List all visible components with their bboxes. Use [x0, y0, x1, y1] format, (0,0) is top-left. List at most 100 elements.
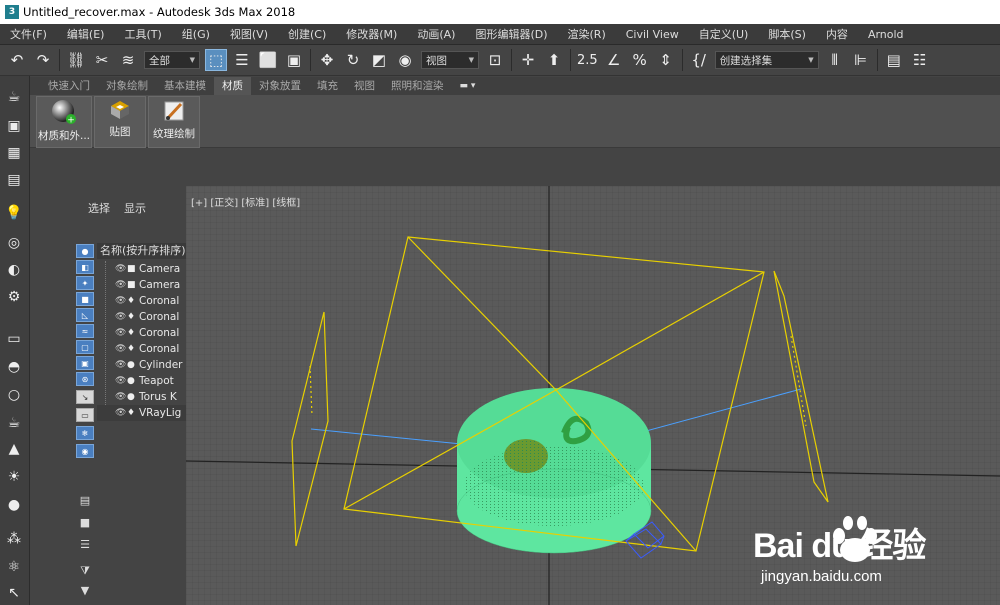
list-item[interactable]: 👁 ■ Camera [97, 277, 186, 293]
funnel-filter-icon[interactable]: ⧩ [78, 564, 92, 578]
layer-list-icon[interactable]: ▤ [78, 494, 92, 508]
tab-select[interactable]: 选择 [88, 200, 110, 216]
filter-icon[interactable]: ▼ [78, 584, 92, 598]
select-and-rotate-icon[interactable]: ↻ [342, 49, 364, 71]
cylinder-object[interactable] [456, 388, 652, 554]
menu-views[interactable]: 视图(V) [220, 26, 278, 42]
tab-view[interactable]: 视图 [346, 77, 383, 95]
eye-icon[interactable]: 👁 [115, 296, 127, 306]
undo-icon[interactable]: ↶ [6, 49, 28, 71]
filter-shapes-icon[interactable]: ◧ [76, 260, 94, 274]
maps-button[interactable]: 贴图 [94, 96, 146, 148]
window-crossing-icon[interactable]: ▣ [283, 49, 305, 71]
select-and-move-icon[interactable]: ✥ [316, 49, 338, 71]
menu-arnold[interactable]: Arnold [858, 28, 914, 41]
geosphere-create-icon[interactable]: ● [3, 494, 25, 516]
named-selection-set-select[interactable]: 创建选择集 ▼ [714, 51, 819, 69]
hierarchy-panel-icon[interactable]: ▤ [3, 169, 25, 191]
keyboard-shortcut-override-icon[interactable]: ⬆ [543, 49, 565, 71]
bind-to-space-warp-icon[interactable]: ≋ [117, 49, 139, 71]
select-by-name-icon[interactable]: ☰ [231, 49, 253, 71]
list-item[interactable]: 👁 ♦ Coronal [97, 309, 186, 325]
cursor-tool-icon[interactable]: ↖ [3, 582, 25, 604]
rectangular-selection-icon[interactable]: ⬜ [257, 49, 279, 71]
tab-object-paint[interactable]: 对象绘制 [98, 77, 156, 95]
tab-display[interactable]: 显示 [124, 200, 146, 216]
filter-cameras-icon[interactable]: ■ [76, 292, 94, 306]
list-item[interactable]: 👁 ● Cylinder [97, 357, 186, 373]
menu-scripting[interactable]: 脚本(S) [758, 26, 816, 42]
eye-icon[interactable]: 👁 [115, 328, 127, 338]
menu-content[interactable]: 内容 [816, 26, 858, 42]
list-item[interactable]: 👁 ♦ VRayLig [97, 405, 186, 421]
redo-icon[interactable]: ↷ [32, 49, 54, 71]
filter-containers-icon[interactable]: ↘ [76, 390, 94, 404]
filter-visible-icon[interactable]: ◉ [76, 444, 94, 458]
ribbon-options-icon[interactable]: ▬ ▾ [460, 81, 476, 91]
menu-file[interactable]: 文件(F) [0, 26, 57, 42]
filter-groups-icon[interactable]: ▢ [76, 340, 94, 354]
eye-icon[interactable]: 👁 [115, 376, 127, 386]
scene-explorer-toggle-icon[interactable]: ▤ [883, 49, 905, 71]
white-square-icon[interactable]: ■ [78, 516, 92, 530]
orthographic-viewport[interactable]: [+] [正交] [标准] [线框] Bai du 经验 jingyan.bai… [186, 186, 1000, 605]
lights-create-icon[interactable]: ◐ [3, 259, 25, 281]
unlink-selection-icon[interactable]: ✂ [91, 49, 113, 71]
plane-create-icon[interactable]: ▭ [3, 328, 25, 350]
menu-animation[interactable]: 动画(A) [407, 26, 465, 42]
filter-bones-icon[interactable]: ⊛ [76, 372, 94, 386]
edit-list-icon[interactable]: ☰ [78, 538, 92, 552]
select-and-place-icon[interactable]: ◉ [394, 49, 416, 71]
render-setup-icon[interactable]: ⚙ [3, 286, 25, 308]
filter-geometry-icon[interactable]: ● [76, 244, 94, 258]
select-and-scale-icon[interactable]: ◩ [368, 49, 390, 71]
render-frame-icon[interactable]: ▣ [3, 115, 25, 137]
list-item[interactable]: 👁 ● Teapot [97, 373, 186, 389]
filter-particles-icon[interactable]: ❄ [76, 426, 94, 440]
material-explorer-button[interactable]: + 材质和外... [36, 96, 92, 148]
filter-frozen-icon[interactable]: ▭ [76, 408, 94, 422]
eye-icon[interactable]: 👁 [115, 344, 127, 354]
menu-customize[interactable]: 自定义(U) [689, 26, 759, 42]
menu-rendering[interactable]: 渲染(R) [558, 26, 616, 42]
teapot-object[interactable] [504, 439, 548, 473]
snaps-toggle-icon[interactable]: 2.5 [577, 53, 598, 68]
sphere-create-icon[interactable]: ○ [3, 384, 25, 406]
hemisphere-create-icon[interactable]: ◓ [3, 356, 25, 378]
tab-quick-start[interactable]: 快速入门 [40, 77, 98, 95]
molecule-icon[interactable]: ⚛ [3, 556, 25, 578]
tab-materials[interactable]: 材质 [214, 77, 251, 95]
tab-populate[interactable]: 填充 [309, 77, 346, 95]
name-column-header[interactable]: 名称(按升序排序) [97, 243, 186, 259]
menu-tools[interactable]: 工具(T) [114, 26, 171, 42]
filter-space-warps-icon[interactable]: ≈ [76, 324, 94, 338]
menu-modifiers[interactable]: 修改器(M) [336, 26, 407, 42]
particle-system-icon[interactable]: ⁂ [3, 528, 25, 550]
layer-explorer-icon[interactable]: ☷ [909, 49, 931, 71]
align-icon[interactable]: ⊫ [850, 49, 872, 71]
menu-group[interactable]: 组(G) [172, 26, 220, 42]
app-logo-icon[interactable]: 3 [5, 5, 19, 19]
mirror-icon[interactable]: ⫴ [824, 49, 846, 71]
spinner-snap-toggle-icon[interactable]: ⇕ [655, 49, 677, 71]
filter-lights-icon[interactable]: ✦ [76, 276, 94, 290]
eye-icon[interactable]: 👁 [115, 264, 127, 274]
select-and-link-icon[interactable]: ⛓ [65, 49, 87, 71]
pivot-point-center-icon[interactable]: ⊡ [484, 49, 506, 71]
eye-icon[interactable]: 👁 [115, 360, 127, 370]
tab-basic-modeling[interactable]: 基本建模 [156, 77, 214, 95]
tab-lighting-rendering[interactable]: 照明和渲染 [383, 77, 452, 95]
list-item[interactable]: 👁 ■ Camera [97, 261, 186, 277]
list-item[interactable]: 👁 ♦ Coronal [97, 293, 186, 309]
teapot-create-icon[interactable]: ☕ [3, 86, 25, 108]
light-bulb-icon[interactable]: 💡 [3, 202, 25, 224]
texture-paint-button[interactable]: 纹理绘制 [148, 96, 200, 148]
angle-snap-toggle-icon[interactable]: ∠ [603, 49, 625, 71]
filter-helpers-icon[interactable]: ◺ [76, 308, 94, 322]
camera-create-icon[interactable]: ◎ [3, 232, 25, 254]
sun-light-icon[interactable]: ☀ [3, 466, 25, 488]
modify-panel-icon[interactable]: ▦ [3, 142, 25, 164]
list-item[interactable]: 👁 ● Torus K [97, 389, 186, 405]
menu-edit[interactable]: 编辑(E) [57, 26, 115, 42]
eye-icon[interactable]: 👁 [115, 408, 127, 418]
